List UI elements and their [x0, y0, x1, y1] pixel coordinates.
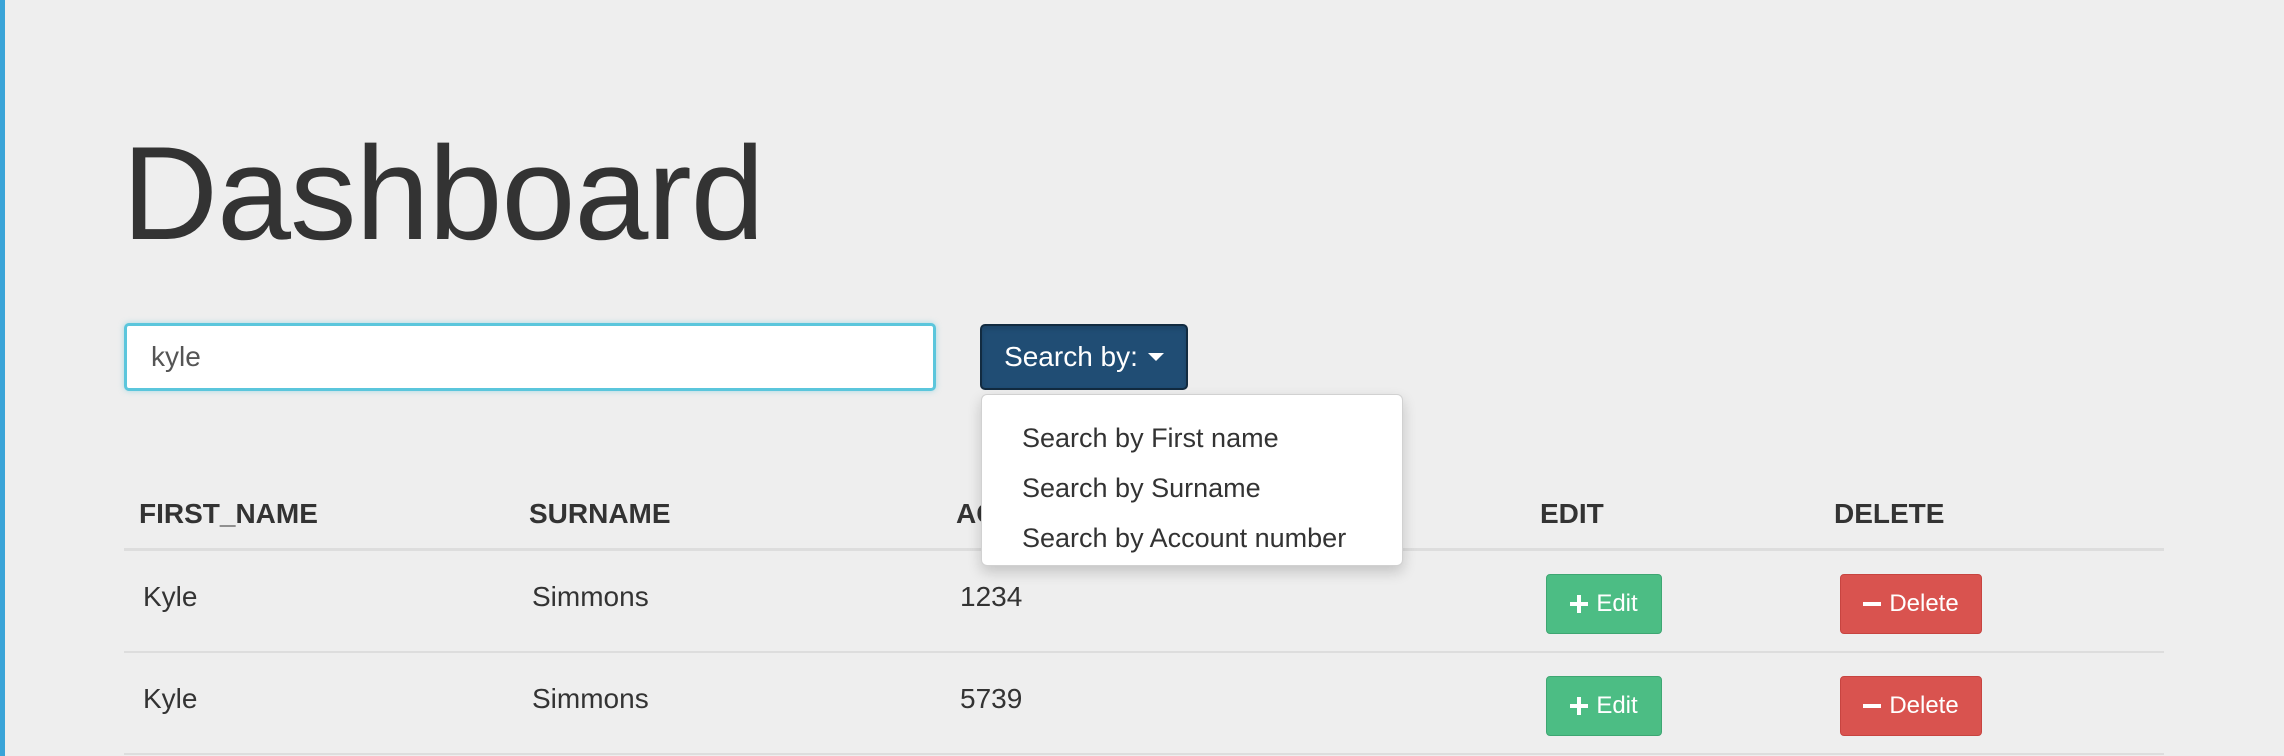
edit-button[interactable]: Edit	[1546, 676, 1662, 736]
cell-first-name: Kyle	[143, 683, 198, 714]
plus-icon	[1570, 697, 1589, 715]
column-header-edit: EDIT	[1540, 498, 1604, 529]
delete-button[interactable]: Delete	[1840, 676, 1982, 736]
cell-account-number: 5739	[960, 683, 1023, 714]
window-left-edge	[0, 0, 5, 756]
table-row: Kyle Simmons 1234 Edit Delete	[124, 551, 2164, 653]
plus-icon	[1570, 595, 1589, 613]
search-by-button-label: Search by:	[1004, 341, 1138, 372]
table-row: Kyle Simmons 5739 Edit Delete	[124, 653, 2164, 755]
dropdown-item-first-name[interactable]: Search by First name	[982, 413, 1402, 463]
caret-down-icon	[1147, 353, 1164, 361]
cell-first-name: Kyle	[143, 581, 198, 612]
cell-surname: Simmons	[532, 683, 649, 714]
edit-button[interactable]: Edit	[1546, 574, 1662, 634]
edit-button-label: Edit	[1596, 692, 1638, 719]
delete-button-label: Delete	[1889, 590, 1959, 617]
dropdown-item-account-number[interactable]: Search by Account number	[982, 513, 1402, 563]
edit-button-label: Edit	[1596, 590, 1638, 617]
cell-account-number: 1234	[960, 581, 1023, 612]
search-by-dropdown-button[interactable]: Search by:	[980, 324, 1188, 390]
page-title: Dashboard	[122, 120, 765, 268]
minus-icon	[1863, 602, 1882, 606]
column-header-first-name: FIRST_NAME	[139, 498, 318, 529]
delete-button-label: Delete	[1889, 692, 1959, 719]
dropdown-item-surname[interactable]: Search by Surname	[982, 463, 1402, 513]
cell-surname: Simmons	[532, 581, 649, 612]
search-input[interactable]	[124, 323, 936, 391]
column-header-delete: DELETE	[1834, 498, 1945, 529]
search-by-dropdown-menu: Search by First name Search by Surname S…	[981, 394, 1403, 566]
column-header-surname: SURNAME	[529, 498, 671, 529]
delete-button[interactable]: Delete	[1840, 574, 1982, 634]
minus-icon	[1863, 704, 1882, 708]
